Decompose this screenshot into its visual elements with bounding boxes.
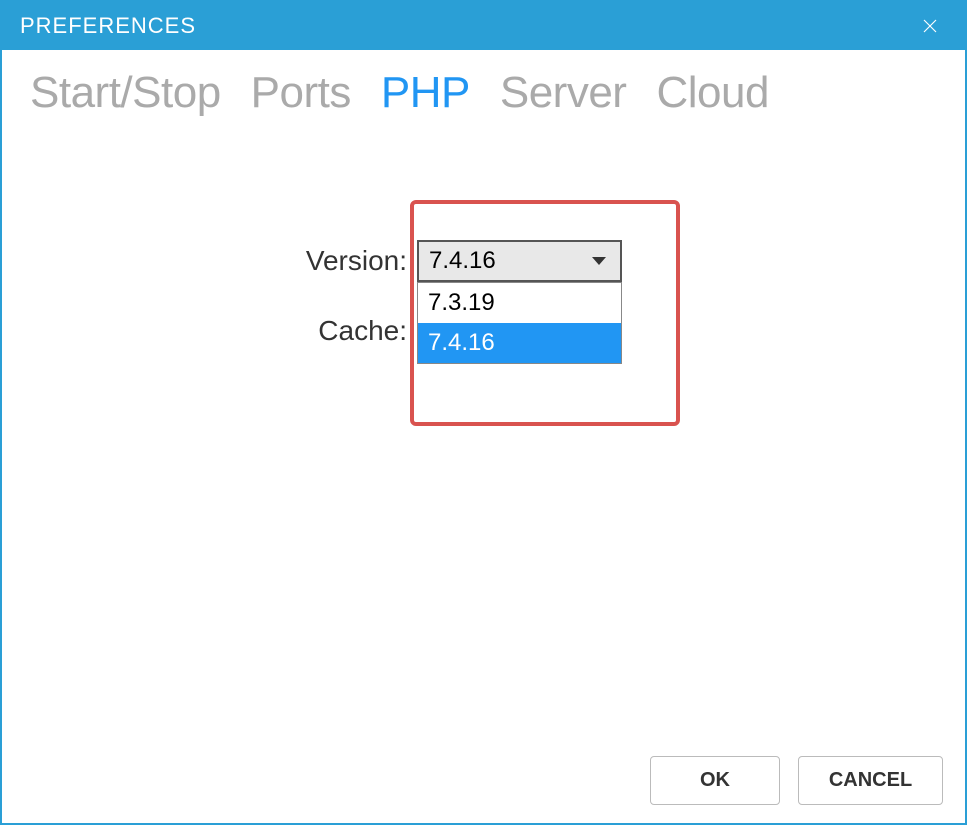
version-label: Version: bbox=[302, 245, 417, 277]
dialog-footer: OK CANCEL bbox=[650, 756, 943, 805]
titlebar: PREFERENCES bbox=[2, 2, 965, 50]
ok-button[interactable]: OK bbox=[650, 756, 780, 805]
tab-bar: Start/Stop Ports PHP Server Cloud bbox=[2, 50, 965, 118]
window-title: PREFERENCES bbox=[20, 13, 196, 39]
version-option-0[interactable]: 7.3.19 bbox=[418, 283, 621, 323]
version-dropdown: 7.3.19 7.4.16 bbox=[417, 282, 622, 364]
tab-cloud[interactable]: Cloud bbox=[656, 68, 768, 118]
cancel-button[interactable]: CANCEL bbox=[798, 756, 943, 805]
close-icon bbox=[921, 17, 939, 35]
cache-label: Cache: bbox=[302, 315, 417, 347]
tab-php[interactable]: PHP bbox=[381, 68, 470, 118]
version-row: Version: 7.4.16 7.3.19 7.4.16 bbox=[302, 240, 622, 282]
preferences-window: PREFERENCES Start/Stop Ports PHP Server … bbox=[0, 0, 967, 825]
content-area: Start/Stop Ports PHP Server Cloud Versio… bbox=[2, 50, 965, 823]
php-settings-form: Version: 7.4.16 7.3.19 7.4.16 Cache: bbox=[302, 240, 622, 380]
tab-start-stop[interactable]: Start/Stop bbox=[30, 68, 221, 118]
tab-server[interactable]: Server bbox=[500, 68, 627, 118]
version-option-1[interactable]: 7.4.16 bbox=[418, 323, 621, 363]
chevron-down-icon bbox=[592, 257, 606, 265]
version-select-wrap: 7.4.16 7.3.19 7.4.16 bbox=[417, 240, 622, 282]
close-button[interactable] bbox=[913, 9, 947, 43]
version-selected-value: 7.4.16 bbox=[429, 247, 496, 275]
version-select[interactable]: 7.4.16 bbox=[417, 240, 622, 282]
tab-ports[interactable]: Ports bbox=[251, 68, 351, 118]
